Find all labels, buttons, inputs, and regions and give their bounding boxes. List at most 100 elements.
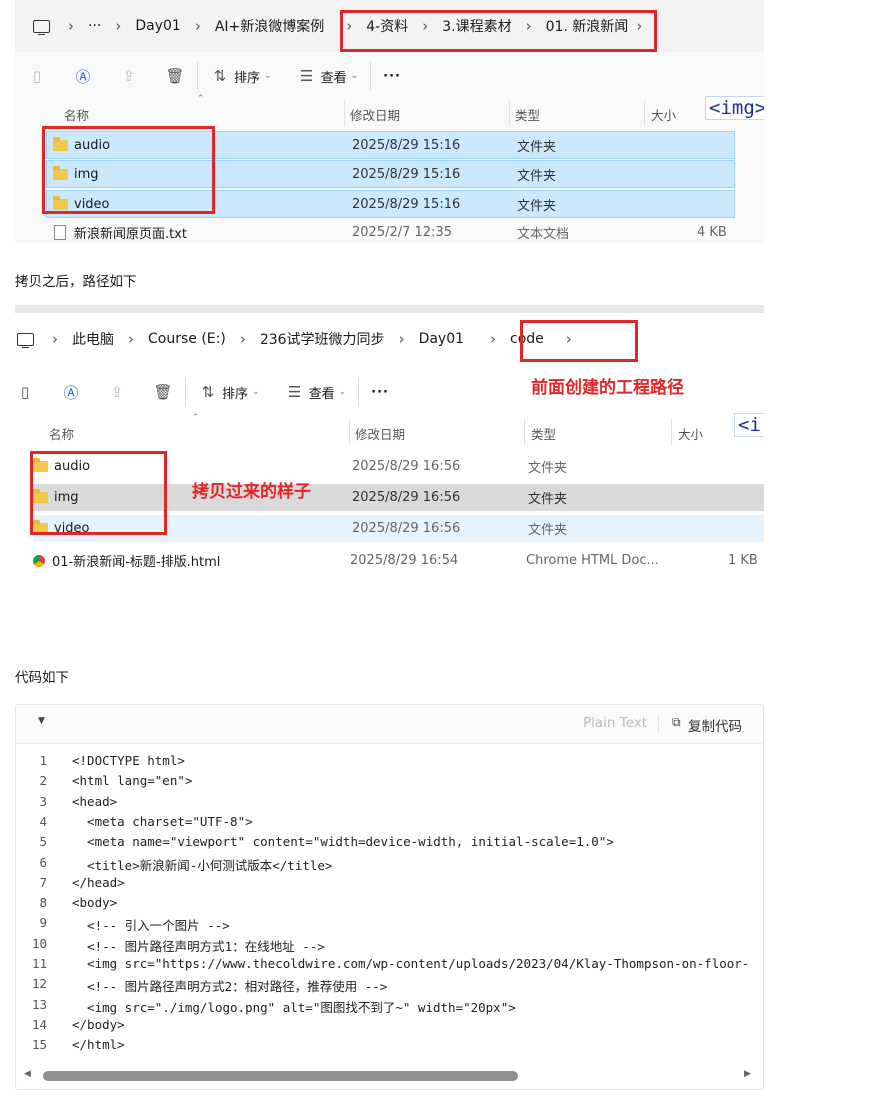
column-header-size[interactable]: 大小 <box>678 424 703 443</box>
line-number: 9 <box>39 915 47 931</box>
breadcrumb-sync-folder[interactable]: 236试学班微力同步 <box>260 329 385 349</box>
sort-icon[interactable]: ⇅ <box>198 382 218 402</box>
column-divider <box>524 419 525 445</box>
column-header-date[interactable]: 修改日期 <box>355 424 405 443</box>
paste-icon[interactable]: ▯ <box>15 382 35 402</box>
code-line: <!-- 图片路径声明方式1：在线地址 --> <box>72 938 325 954</box>
chevron-right-icon: › <box>128 330 134 348</box>
this-pc-icon[interactable] <box>33 19 50 35</box>
column-header-name[interactable]: 名称 <box>64 105 89 124</box>
breadcrumb-day01[interactable]: Day01 <box>419 331 464 347</box>
sort-icon[interactable]: ⇅ <box>210 66 230 86</box>
highlight-path-box <box>340 10 657 52</box>
code-line: </body> <box>72 1016 125 1032</box>
line-number: 3 <box>39 793 47 809</box>
code-block-header: ▼ Plain Text ⧉ 复制代码 <box>16 705 763 744</box>
file-row[interactable]: 01-新浪新闻-标题-排版.html 2025/8/29 16:54 Chrom… <box>33 546 764 575</box>
file-type: 文件夹 <box>517 139 557 155</box>
breadcrumb-overflow[interactable]: ··· <box>88 18 101 34</box>
line-number: 4 <box>39 813 47 829</box>
line-number: 2 <box>39 773 47 789</box>
horizontal-scrollbar[interactable]: ◀ ▶ <box>22 1069 757 1083</box>
paste-icon[interactable]: ▯ <box>27 66 47 86</box>
line-number: 8 <box>39 895 47 911</box>
code-line: <title>新浪新闻-小何测试版本</title> <box>72 857 333 873</box>
view-button[interactable]: 查看 <box>309 383 335 402</box>
code-line: <meta charset="UTF-8"> <box>72 813 253 829</box>
scroll-left-icon[interactable]: ◀ <box>24 1069 31 1079</box>
toolbar-divider <box>284 62 285 90</box>
line-number: 15 <box>31 1037 47 1053</box>
share-icon[interactable]: ⇪ <box>119 66 139 86</box>
line-number: 7 <box>39 874 47 890</box>
file-name: 01-新浪新闻-标题-排版.html <box>52 555 221 570</box>
sort-button[interactable]: 排序 <box>222 383 248 402</box>
file-type: 文本文档 <box>517 226 570 242</box>
breadcrumb-this-pc[interactable]: 此电脑 <box>72 329 114 349</box>
header-divider <box>658 714 659 734</box>
toolbar-divider <box>358 378 360 406</box>
column-header-type[interactable]: 类型 <box>515 105 540 124</box>
code-line: </html> <box>72 1037 125 1053</box>
highlight-copied-folders-box <box>30 451 167 535</box>
code-line: </head> <box>72 874 125 890</box>
this-pc-icon[interactable] <box>17 332 34 348</box>
view-button[interactable]: 查看 <box>321 67 347 86</box>
more-options-button[interactable]: ··· <box>371 385 389 400</box>
file-date: 2025/8/29 15:16 <box>352 196 461 212</box>
breadcrumb-day01[interactable]: Day01 <box>135 18 180 34</box>
copy-code-button[interactable]: 复制代码 <box>688 715 742 735</box>
delete-icon[interactable]: 🗑 <box>165 66 185 86</box>
chevron-right-icon: › <box>239 330 246 348</box>
code-line: <body> <box>72 895 118 911</box>
column-header-type[interactable]: 类型 <box>531 424 556 443</box>
chevron-right-icon: › <box>398 330 405 348</box>
view-icon[interactable]: ☰ <box>297 66 317 86</box>
column-header-name[interactable]: 名称 <box>49 424 74 443</box>
share-icon[interactable]: ⇪ <box>107 382 127 402</box>
rename-icon[interactable]: Ⓐ <box>73 66 93 86</box>
rename-icon[interactable]: Ⓐ <box>61 382 81 402</box>
explorer-screenshot-target: › 此电脑 › Course (E:) › 236试学班微力同步 › Day01… <box>15 313 764 578</box>
sort-button[interactable]: 排序 <box>234 67 260 86</box>
code-block: ▼ Plain Text ⧉ 复制代码 1 <!DOCTYPE html> 2 <ht… <box>15 704 764 1090</box>
breadcrumb-ai-case[interactable]: AI+新浪微博案例 <box>215 16 324 36</box>
code-line: <!DOCTYPE html> <box>72 753 185 768</box>
text-file-icon <box>54 224 66 240</box>
file-type: 文件夹 <box>528 492 568 507</box>
more-options-button[interactable]: ··· <box>383 69 401 84</box>
highlight-folders-box <box>42 126 215 214</box>
annotation-project-path: 前面创建的工程路径 <box>531 378 684 398</box>
column-divider <box>344 100 345 126</box>
column-header-date[interactable]: 修改日期 <box>350 105 400 124</box>
address-bar[interactable]: › 此电脑 › Course (E:) › 236试学班微力同步 › Day01… <box>15 313 764 365</box>
chrome-html-icon <box>33 554 45 567</box>
line-number: 6 <box>39 854 47 870</box>
chevron-right-icon: › <box>68 17 74 35</box>
scroll-right-icon[interactable]: ▶ <box>744 1069 751 1079</box>
file-row[interactable]: 新浪新闻原页面.txt 2025/2/7 12:35 文本文档 4 KB <box>46 219 733 243</box>
file-type: 文件夹 <box>528 461 568 476</box>
column-header-size[interactable]: 大小 <box>651 105 676 124</box>
file-date: 2025/8/29 16:56 <box>352 490 461 505</box>
line-number: 5 <box>39 834 47 850</box>
breadcrumb-drive-e[interactable]: Course (E:) <box>148 331 226 347</box>
code-line: <!-- 引入一个图片 --> <box>72 918 230 934</box>
language-label[interactable]: Plain Text <box>583 715 647 731</box>
chevron-right-icon: › <box>115 17 122 35</box>
img-tag-overlay: <i <box>734 413 764 437</box>
code-line: <img src="https://www.thecoldwire.com/wp… <box>72 956 750 971</box>
code-line: <html lang="en"> <box>72 773 193 789</box>
scrollbar-thumb[interactable] <box>43 1071 518 1081</box>
copy-icon[interactable]: ⧉ <box>672 715 681 730</box>
file-date: 2025/8/29 16:56 <box>352 521 461 536</box>
annotation-copied-look: 拷贝过来的样子 <box>192 482 311 502</box>
delete-icon[interactable]: 🗑 <box>153 382 173 402</box>
chevron-down-icon: ⌄ <box>338 387 347 397</box>
view-icon[interactable]: ☰ <box>285 382 305 402</box>
file-date: 2025/8/29 15:16 <box>352 166 461 182</box>
column-divider <box>644 100 645 126</box>
collapse-caret-icon[interactable]: ▼ <box>38 716 45 726</box>
line-number: 14 <box>31 1016 47 1032</box>
chevron-down-icon: ⌄ <box>264 71 272 81</box>
